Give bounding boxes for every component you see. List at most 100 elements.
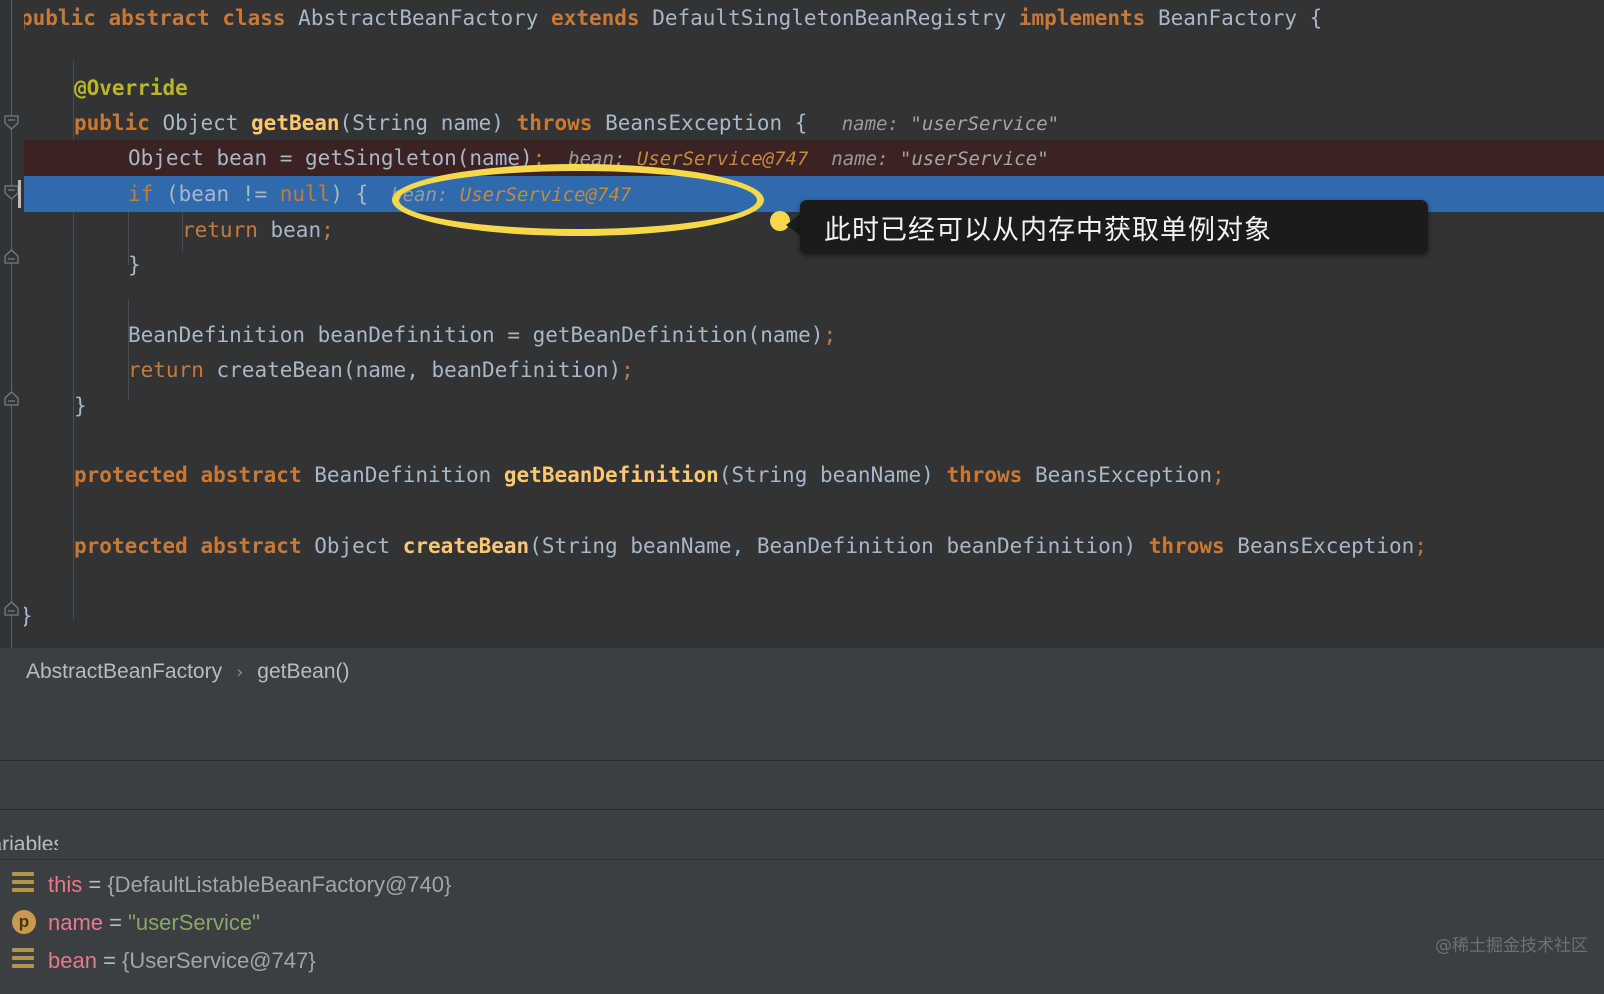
code-token: , [406, 358, 432, 382]
code-token: protected [74, 463, 201, 487]
frames-area [0, 761, 1604, 809]
code-token: ; [823, 323, 837, 347]
code-text-layer[interactable]: public abstract class AbstractBeanFactor… [0, 0, 1604, 648]
variable-name: bean [48, 948, 97, 973]
code-token: beanName [630, 534, 732, 558]
code-token: String [352, 111, 441, 135]
field-bars [12, 948, 34, 968]
code-line[interactable]: @Override [0, 70, 1604, 106]
code-token: beanDefinition [431, 358, 609, 382]
breadcrumb-class[interactable]: AbstractBeanFactory [26, 660, 222, 684]
code-line[interactable]: public abstract class AbstractBeanFactor… [0, 0, 1604, 36]
code-token: ( [342, 358, 356, 382]
code-token: bean [270, 218, 322, 242]
code-token: { [794, 111, 808, 135]
code-token: UserService@747 [459, 184, 632, 206]
variables-tab[interactable]: Variables [0, 820, 58, 850]
code-token: if [128, 182, 166, 206]
folding-gutter[interactable] [0, 0, 24, 648]
code-token: BeanDefinition [128, 323, 318, 347]
code-token: Object [128, 146, 217, 170]
code-line[interactable]: BeanDefinition beanDefinition = getBeanD… [0, 317, 1604, 353]
code-token: ( [529, 534, 542, 558]
parameter-icon: p [12, 910, 38, 936]
code-line[interactable]: Object bean = getSingleton(name); bean: … [0, 140, 1604, 176]
fold-marker-class-end[interactable] [3, 600, 20, 617]
code-token: protected [74, 534, 201, 558]
breadcrumb[interactable]: AbstractBeanFactory › getBean() [0, 648, 1604, 696]
code-token: ( [165, 182, 179, 206]
code-token: beanDefinition [317, 323, 508, 347]
code-token: , [731, 534, 757, 558]
code-token: ) [810, 323, 824, 347]
variable-value: {UserService@747} [122, 948, 316, 973]
breadcrumb-method[interactable]: getBean() [257, 660, 349, 684]
code-token: bean [178, 182, 242, 206]
code-line[interactable]: return bean; [0, 212, 1604, 248]
code-token: createBean [402, 534, 530, 558]
code-line[interactable]: } [0, 388, 1604, 424]
variable-value: "userService" [128, 910, 260, 935]
code-line[interactable]: } [0, 247, 1604, 283]
variable-name: name [48, 910, 104, 935]
code-line[interactable]: return createBean(name, beanDefinition); [0, 352, 1604, 388]
code-token: throws [1148, 534, 1238, 558]
variable-row[interactable]: p name = "userService" [0, 904, 1604, 942]
code-token: DefaultSingletonBeanRegistry [652, 6, 1019, 30]
variable-row[interactable]: bean = {UserService@747} [0, 942, 1604, 980]
ide-debug-screenshot: public abstract class AbstractBeanFactor… [0, 0, 1604, 994]
code-token: bean [216, 146, 280, 170]
code-token: beanName [820, 463, 922, 487]
code-token: @Override [74, 76, 188, 100]
variable-equals: = [96, 948, 123, 973]
code-token: public [20, 6, 109, 30]
code-token: ; [1414, 534, 1427, 558]
code-token: ( [747, 323, 761, 347]
code-token: getBeanDefinition [532, 323, 748, 347]
variable-value: {DefaultListableBeanFactory@740} [107, 872, 452, 897]
code-token: name [760, 323, 811, 347]
code-line[interactable]: protected abstract Object createBean(Str… [0, 528, 1604, 564]
code-token: BeanDefinition [756, 534, 947, 558]
code-token: = [279, 146, 306, 170]
variable-equals: = [82, 872, 108, 897]
code-token: implements [1018, 6, 1158, 30]
code-token: name: [807, 113, 911, 135]
fold-marker-if-end[interactable] [3, 248, 20, 265]
code-token: String [731, 463, 820, 487]
code-token: ) { [330, 182, 369, 206]
code-line[interactable]: protected abstract BeanDefinition getBea… [0, 457, 1604, 493]
variable-row[interactable]: this = {DefaultListableBeanFactory@740} [0, 866, 1604, 904]
field-icon [12, 948, 38, 974]
code-token: ) [491, 111, 517, 135]
code-token: throws [516, 111, 606, 135]
fold-marker-method[interactable] [3, 114, 20, 131]
code-token: abstract [200, 463, 315, 487]
gutter-rule [11, 0, 12, 648]
code-token: ; [621, 358, 634, 382]
code-line[interactable]: public Object getBean(String name) throw… [0, 105, 1604, 141]
variables-panel[interactable]: Variables this = {DefaultListableBeanFac… [0, 810, 1604, 994]
code-token: createBean [216, 358, 343, 382]
code-token: name: [808, 148, 900, 170]
code-token: ) [608, 358, 622, 382]
fold-marker-method-end[interactable] [3, 390, 20, 407]
debug-toolbar-area [0, 696, 1604, 760]
code-token: Object [162, 111, 252, 135]
code-token: class [222, 6, 299, 30]
code-token: "userService" [899, 148, 1049, 170]
text-caret [18, 180, 21, 208]
code-line[interactable]: if (bean != null) { bean: UserService@74… [0, 176, 1604, 212]
code-token: "userService" [910, 113, 1060, 135]
code-line[interactable]: } [0, 598, 1604, 634]
code-token: BeanDefinition [314, 463, 504, 487]
code-editor[interactable]: public abstract class AbstractBeanFactor… [0, 0, 1604, 648]
code-token: getSingleton [305, 146, 457, 170]
code-token: AbstractBeanFactory [298, 6, 552, 30]
code-token: UserService@747 [636, 148, 809, 170]
code-token: null [279, 182, 331, 206]
watermark: @稀土掘金技术社区 [1435, 936, 1588, 956]
variables-header-divider [0, 859, 1604, 860]
code-token: name [440, 111, 492, 135]
code-token: public [74, 111, 163, 135]
